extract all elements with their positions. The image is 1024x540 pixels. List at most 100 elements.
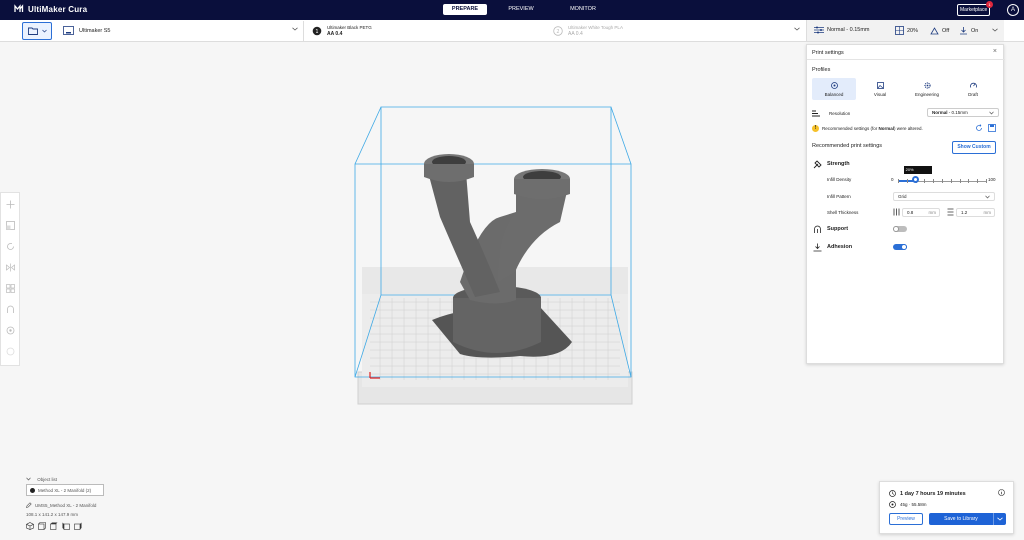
profile-draft[interactable]: Draft <box>951 78 995 100</box>
move-tool[interactable] <box>5 199 15 210</box>
paint-tool[interactable] <box>5 325 15 336</box>
profile-engineering[interactable]: Engineering <box>905 78 949 100</box>
brand: UltiMaker Cura <box>14 4 87 14</box>
scale-tool[interactable] <box>5 220 15 231</box>
close-icon[interactable]: × <box>993 48 997 55</box>
mirror-icon <box>5 263 15 272</box>
open-file-button[interactable] <box>22 22 52 40</box>
visual-icon <box>876 81 884 89</box>
profile-balanced[interactable]: Balanced <box>812 78 856 100</box>
support-toggle[interactable] <box>893 226 907 232</box>
chevron-down-icon <box>292 27 298 31</box>
printer-name: Ultimaker S5 <box>79 28 111 34</box>
support-summary: Off <box>942 27 950 34</box>
profile-label: Balanced <box>824 91 844 97</box>
mirror-tool[interactable] <box>5 262 15 273</box>
object-list-header[interactable]: Object list <box>26 477 57 482</box>
profiles-label: Profiles <box>812 67 831 73</box>
material-estimate: 45g · 55.58m <box>900 502 927 507</box>
clock-icon <box>889 490 896 497</box>
stage-tabs: PREPARE PREVIEW MONITOR <box>443 4 605 15</box>
balanced-icon <box>830 81 838 89</box>
spool-icon <box>889 501 896 508</box>
slider-tick <box>924 179 926 183</box>
pencil-icon[interactable] <box>26 502 32 508</box>
chevron-down-icon <box>41 29 47 33</box>
show-custom-button[interactable]: Show Custom <box>952 141 996 154</box>
tab-monitor[interactable]: MONITOR <box>561 4 605 15</box>
adhesion-summary: On <box>971 27 979 34</box>
top-view-icon[interactable] <box>50 522 58 530</box>
chevron-down-icon <box>989 111 994 115</box>
tool-panel <box>0 192 20 366</box>
unit-label: mm <box>983 210 992 215</box>
reset-icon[interactable] <box>975 124 983 132</box>
tab-preview[interactable]: PREVIEW <box>499 4 543 15</box>
support-blocker-tool[interactable] <box>5 304 15 315</box>
printer-selector[interactable]: Ultimaker S5 <box>57 21 304 41</box>
print-time: 1 day 7 hours 19 minutes <box>900 490 966 497</box>
per-model-settings-icon <box>5 284 15 293</box>
3d-view-icon[interactable] <box>26 522 34 530</box>
marketplace-button[interactable]: Marketplace <box>957 4 991 16</box>
adhesion-label: Adhesion <box>827 244 853 250</box>
slider-tick <box>959 179 961 183</box>
save-options-button[interactable] <box>994 517 1006 521</box>
rotate-tool[interactable] <box>5 241 15 252</box>
top-bottom-thickness-value: 1.2 <box>961 210 968 215</box>
infill-icon <box>895 26 904 35</box>
profile-summary: Normal - 0.15mm <box>827 27 870 33</box>
account-avatar[interactable]: A <box>1007 4 1019 16</box>
object-list-item[interactable]: Method XL - 2 Manifold (2) <box>26 484 104 496</box>
infill-summary: 20% <box>907 27 919 34</box>
print-setup-selector[interactable]: Normal - 0.15mm 20% Off On <box>806 20 1004 41</box>
infill-density-label: Infill Density <box>827 177 852 182</box>
resolution-value-bold: Normal <box>932 110 948 115</box>
wall-thickness-value: 0.8 <box>907 210 914 215</box>
resolution-label: Resolution <box>829 110 851 116</box>
wall-thickness-input[interactable]: 0.8 mm <box>902 208 940 217</box>
infill-min: 0 <box>891 177 894 182</box>
slider-tick <box>906 179 908 183</box>
job-name[interactable]: UMS5_Method XL - 2 Manifold <box>35 503 96 508</box>
folder-icon <box>27 27 38 35</box>
resolution-row: Resolution Normal - 0.15mm <box>812 108 999 118</box>
chevron-down-icon <box>985 195 990 199</box>
svg-text:1: 1 <box>315 29 318 35</box>
extruder-1[interactable]: 1 Ultimaker Black PETG AA 0.4 <box>312 21 372 41</box>
info-icon[interactable] <box>998 489 1005 496</box>
profile-label: Visual <box>873 91 887 97</box>
output-panel: 1 day 7 hours 19 minutes 45g · 55.58m Pr… <box>879 481 1014 534</box>
top-bottom-thickness-input[interactable]: 1.2 mm <box>956 208 995 217</box>
right-view-icon[interactable] <box>74 522 82 530</box>
front-view-icon[interactable] <box>38 522 46 530</box>
slider-tick <box>898 179 899 183</box>
object-name: Method XL - 2 Manifold (2) <box>38 487 92 493</box>
slider-tick <box>942 179 943 183</box>
profile-visual[interactable]: Visual <box>858 78 902 100</box>
slider-tick <box>950 179 952 183</box>
tab-prepare[interactable]: PREPARE <box>443 4 487 15</box>
circle-icon <box>6 347 14 356</box>
chevron-down-icon <box>26 477 31 481</box>
chevron-down-icon <box>992 28 998 32</box>
rotate-icon <box>6 243 14 250</box>
per-model-settings-tool[interactable] <box>5 283 15 294</box>
gear-icon <box>6 326 14 335</box>
preview-button[interactable]: Preview <box>889 513 923 525</box>
top-bottom-thickness-icon <box>947 208 954 216</box>
extruder-2[interactable]: 2 Ultimaker White Tough PLA AA 0.4 <box>553 21 623 41</box>
altered-notice: ! Recommended settings (for Normal) were… <box>812 123 999 133</box>
profile-label: Engineering <box>914 91 940 97</box>
save-icon[interactable] <box>988 124 996 132</box>
resolution-select[interactable]: Normal - 0.15mm <box>927 108 999 117</box>
save-label: Save to Library <box>944 516 978 522</box>
infill-pattern-select[interactable]: Grid <box>893 192 995 201</box>
left-view-icon[interactable] <box>62 522 70 530</box>
extra-tool[interactable] <box>5 346 15 357</box>
save-to-library-button[interactable]: Save to Library <box>929 513 1006 525</box>
support-icon <box>814 225 821 233</box>
chevron-down-icon[interactable] <box>794 27 800 31</box>
slider-tick <box>977 179 979 183</box>
adhesion-toggle[interactable] <box>893 244 907 250</box>
